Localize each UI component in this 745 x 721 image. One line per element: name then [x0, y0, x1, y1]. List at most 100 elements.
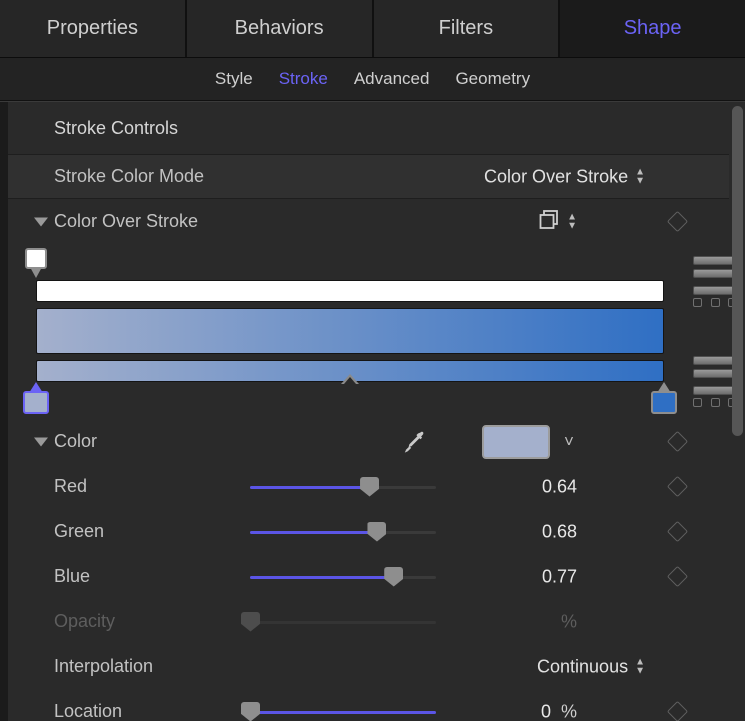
parameter-list: Stroke Controls Stroke Color Mode Color …: [8, 102, 729, 721]
subtab-stroke[interactable]: Stroke: [279, 69, 328, 89]
subtab-style-label: Style: [215, 69, 253, 88]
panel-scrollbar[interactable]: [732, 106, 743, 718]
subtab-geometry-label: Geometry: [455, 69, 530, 88]
opacity-tag-spread-tools: [693, 286, 737, 307]
blue-value[interactable]: 0.77: [542, 566, 577, 587]
blue-slider-knob[interactable]: [384, 567, 403, 587]
gradient-color-stop-start[interactable]: [23, 382, 49, 414]
keyframe-diamond-red[interactable]: [667, 475, 688, 496]
color-tag-tools: [693, 356, 737, 382]
stroke-parameters-panel: Stroke Controls Stroke Color Mode Color …: [0, 101, 745, 721]
color-tag-bar-icon[interactable]: [693, 356, 737, 365]
gradient-editor: [8, 244, 729, 419]
subtab-stroke-label: Stroke: [279, 69, 328, 88]
location-label: Location: [8, 701, 122, 721]
interpolation-value: Continuous: [537, 656, 628, 677]
gradient-color-stop-end[interactable]: [651, 382, 677, 414]
green-label: Green: [8, 521, 104, 542]
tab-filters-label: Filters: [439, 17, 493, 40]
keyframe-diamond-green[interactable]: [667, 520, 688, 541]
location-slider[interactable]: [250, 711, 436, 714]
row-color: Color ˅: [8, 419, 729, 464]
color-tag-legs-icon[interactable]: [693, 398, 737, 407]
location-slider-knob[interactable]: [241, 702, 260, 721]
tab-properties[interactable]: Properties: [0, 0, 186, 57]
interpolation-label: Interpolation: [8, 656, 153, 677]
section-title: Stroke Controls: [8, 118, 178, 139]
row-green: Green 0.68: [8, 509, 729, 554]
keyframe-diamond-color-over-stroke[interactable]: [667, 210, 688, 231]
color-swatch-button[interactable]: [482, 425, 550, 459]
color-label: Color: [8, 431, 97, 452]
row-opacity: Opacity %: [8, 599, 729, 644]
opacity-tag-spread-icon[interactable]: [693, 286, 737, 295]
stroke-color-mode-label: Stroke Color Mode: [8, 166, 204, 187]
opacity-slider: [250, 621, 436, 624]
row-stroke-color-mode: Stroke Color Mode Color Over Stroke ▲▼: [8, 154, 729, 199]
chevron-down-icon[interactable]: ˅: [564, 433, 574, 451]
panel-gutter: [0, 102, 8, 721]
row-blue: Blue 0.77: [8, 554, 729, 599]
keyframe-diamond-location[interactable]: [667, 700, 688, 721]
red-slider-fill: [250, 486, 369, 489]
blue-label: Blue: [8, 566, 90, 587]
blue-slider[interactable]: [250, 576, 436, 579]
opacity-tag-tools: [693, 256, 737, 282]
opacity-tag-legs-icon[interactable]: [693, 298, 737, 307]
red-value[interactable]: 0.64: [542, 476, 577, 497]
color-tag-spread-tools: [693, 386, 737, 407]
opacity-tag-bar-icon[interactable]: [693, 269, 737, 278]
gradient-preset-popup[interactable]: ▲▼: [538, 208, 577, 235]
keyframe-diamond-color[interactable]: [667, 430, 688, 451]
chevron-updown-icon: ▲▼: [635, 659, 645, 675]
red-slider[interactable]: [250, 486, 436, 489]
row-location: Location 0 %: [8, 689, 729, 721]
subtab-advanced[interactable]: Advanced: [354, 69, 430, 89]
green-slider[interactable]: [250, 531, 436, 534]
gradient-opacity-stop[interactable]: [25, 248, 47, 278]
tab-properties-label: Properties: [47, 17, 138, 40]
tab-behaviors-label: Behaviors: [235, 17, 324, 40]
row-interpolation: Interpolation Continuous ▲▼: [8, 644, 729, 689]
keyframe-diamond-blue[interactable]: [667, 565, 688, 586]
color-tag-spread-icon[interactable]: [693, 386, 737, 395]
shape-subtabbar: Style Stroke Advanced Geometry: [0, 58, 745, 101]
gradient-midpoint-marker[interactable]: [341, 374, 359, 384]
scrollbar-thumb[interactable]: [732, 106, 743, 436]
stroke-color-mode-popup[interactable]: Color Over Stroke ▲▼: [484, 166, 645, 187]
tab-behaviors[interactable]: Behaviors: [186, 0, 373, 57]
disclosure-triangle-icon[interactable]: [34, 437, 48, 446]
location-unit: %: [561, 701, 577, 721]
inspector-tabbar: Properties Behaviors Filters Shape: [0, 0, 745, 58]
disclosure-triangle-icon[interactable]: [34, 217, 48, 226]
gradient-preview-bar[interactable]: [36, 308, 664, 354]
section-header-stroke-controls: Stroke Controls: [8, 102, 729, 154]
eyedropper-icon[interactable]: [400, 428, 428, 456]
opacity-tag-bar-icon[interactable]: [693, 256, 737, 265]
green-slider-knob[interactable]: [367, 522, 386, 542]
tab-filters[interactable]: Filters: [373, 0, 560, 57]
red-label: Red: [8, 476, 87, 497]
subtab-advanced-label: Advanced: [354, 69, 430, 88]
tab-shape[interactable]: Shape: [559, 0, 745, 57]
location-value[interactable]: 0: [541, 701, 551, 721]
opacity-stop-swatch: [25, 248, 47, 269]
interpolation-popup[interactable]: Continuous ▲▼: [537, 656, 645, 677]
opacity-unit: %: [561, 611, 577, 632]
green-slider-fill: [250, 531, 376, 534]
subtab-geometry[interactable]: Geometry: [455, 69, 530, 89]
chevron-updown-icon: ▲▼: [567, 214, 577, 230]
opacity-slider-knob: [241, 612, 260, 632]
color-stop-swatch: [651, 391, 677, 414]
green-value[interactable]: 0.68: [542, 521, 577, 542]
opacity-label: Opacity: [8, 611, 115, 632]
layers-icon: [538, 208, 560, 235]
tab-shape-label: Shape: [624, 17, 682, 40]
gradient-opacity-bar[interactable]: [36, 280, 664, 302]
subtab-style[interactable]: Style: [215, 69, 253, 89]
blue-slider-fill: [250, 576, 393, 579]
color-tag-bar-icon[interactable]: [693, 369, 737, 378]
chevron-updown-icon: ▲▼: [635, 169, 645, 185]
opacity-stop-pointer-icon: [30, 267, 42, 278]
red-slider-knob[interactable]: [360, 477, 379, 497]
